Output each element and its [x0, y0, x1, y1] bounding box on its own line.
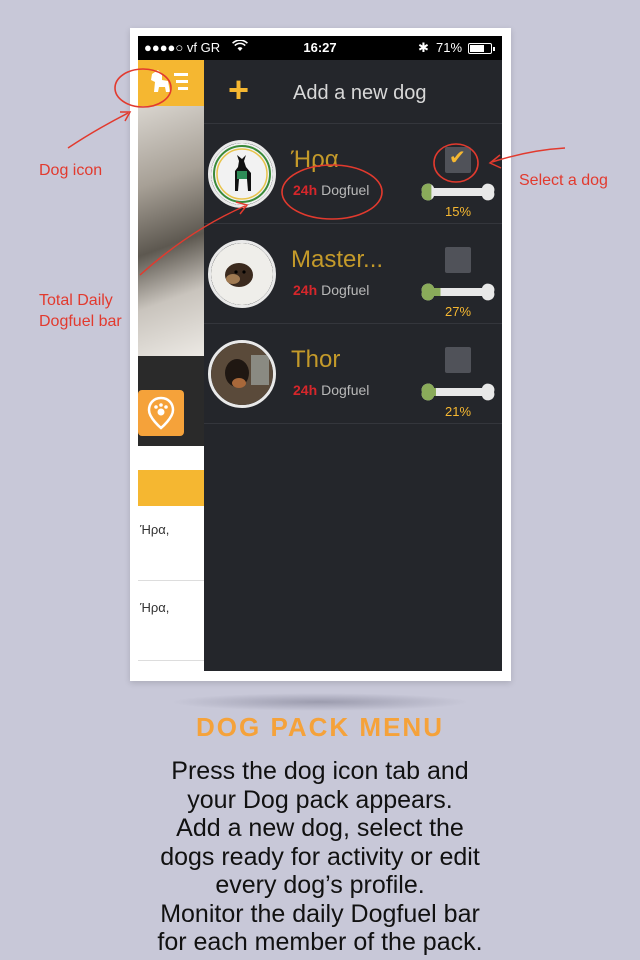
caption-line: your Dog pack appears. — [187, 785, 453, 814]
caption-line: Add a new dog, select the — [176, 814, 464, 842]
select-dog-arrow — [491, 147, 566, 163]
annotation-total-daily: Total Daily — [39, 292, 113, 309]
annotation-select-dog: Select a dog — [519, 172, 608, 189]
caption-title: DOG PACK MENU — [196, 712, 444, 742]
caption-description: Press the dog icon tab and your Dog pack… — [60, 757, 580, 957]
dog-icon-arrow — [67, 112, 129, 149]
dogfuel-circle — [281, 164, 383, 220]
phone-shadow — [170, 693, 470, 711]
caption-line: Monitor the daily Dogfuel bar — [160, 899, 480, 928]
annotation-dogfuel-bar: Dogfuel bar — [39, 313, 122, 330]
select-dog-circle — [433, 143, 479, 183]
dog-icon-circle — [114, 68, 172, 108]
dogfuel-arrow — [139, 205, 246, 276]
caption-line: for each member of the pack. — [157, 928, 483, 956]
caption-line: Press the dog icon tab and — [171, 757, 469, 785]
caption-line: dogs ready for activity or edit — [160, 842, 480, 871]
caption-line: every dog’s profile. — [215, 871, 425, 899]
annotation-dog-icon: Dog icon — [39, 162, 103, 179]
annotation-overlay — [67, 68, 566, 276]
